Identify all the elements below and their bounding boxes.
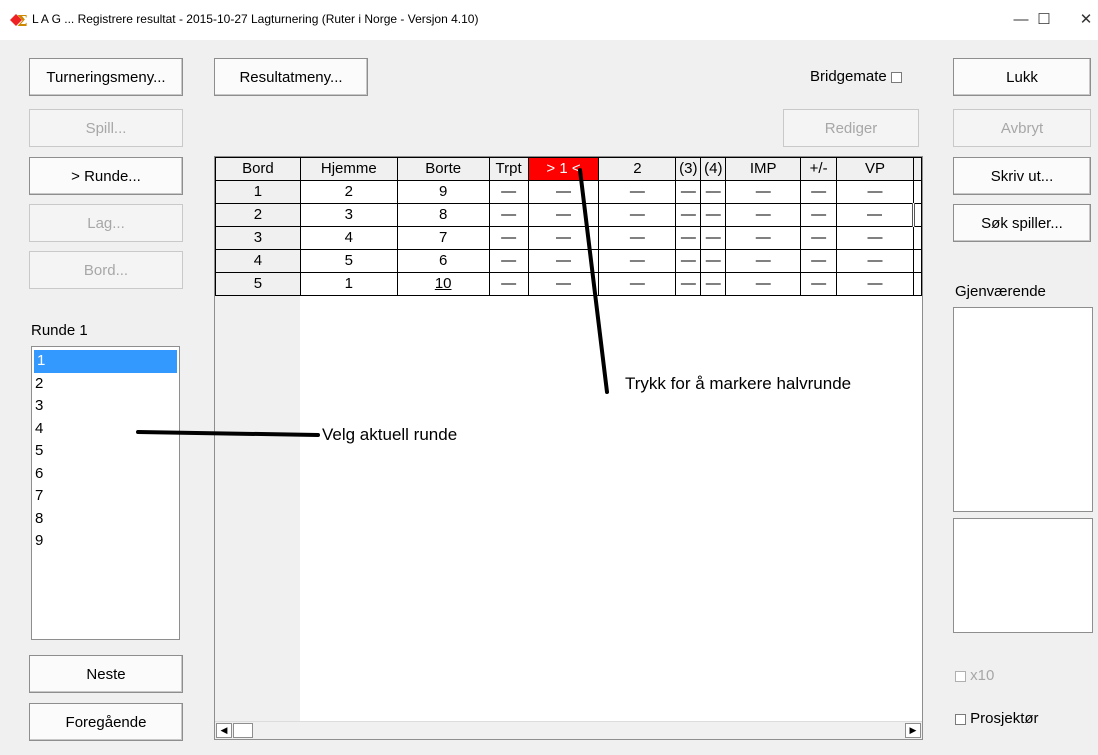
arrow-line-runde: [136, 430, 320, 437]
annotation-halvrunde: Trykk for å markere halvrunde: [625, 374, 852, 393]
annotation-lines: [136, 168, 609, 437]
annotation-aktuell-runde: Velg aktuell runde: [322, 425, 458, 444]
arrow-line-halvrunde: [578, 168, 609, 394]
